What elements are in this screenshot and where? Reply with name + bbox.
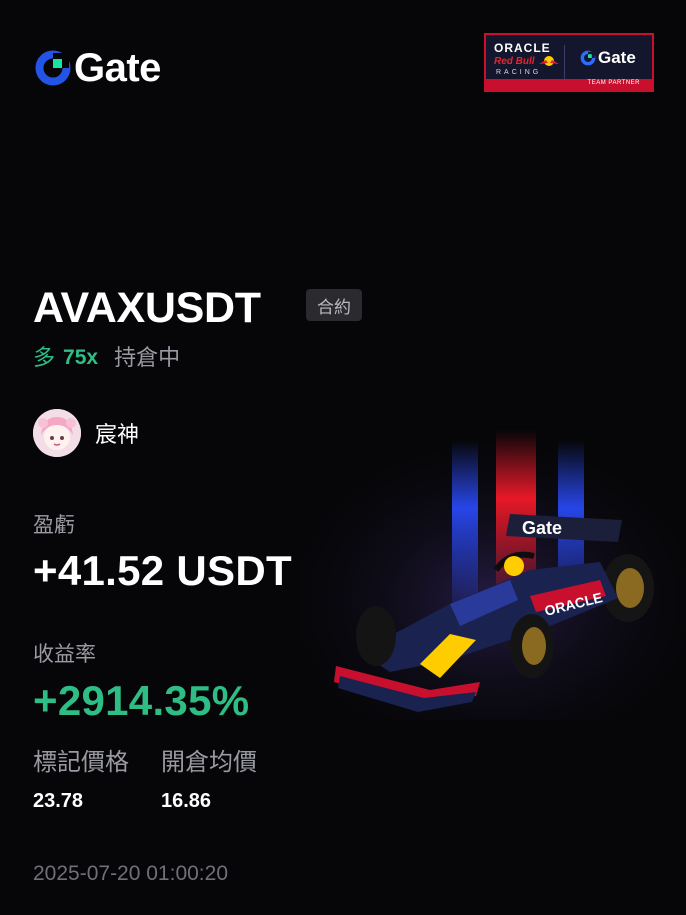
timestamp: 2025-07-20 01:00:20 bbox=[33, 862, 228, 885]
logo-text: Gate bbox=[74, 46, 161, 90]
user-row: 宸神 bbox=[33, 409, 139, 457]
partner-redbull-text: Red Bull bbox=[494, 56, 535, 67]
pnl-value: +41.52 USDT bbox=[33, 547, 292, 594]
partner-oracle-text: ORACLE bbox=[494, 41, 551, 55]
entry-price-value: 16.86 bbox=[161, 790, 212, 812]
partner-racing-text: RACING bbox=[496, 69, 542, 76]
entry-price-label: 開倉均價 bbox=[161, 749, 257, 776]
gate-logo: Gate bbox=[34, 46, 161, 90]
mark-price-label: 標記價格 bbox=[33, 749, 129, 776]
pair-title: AVAXUSDT bbox=[33, 284, 261, 332]
position-side-row: 多 75x 持倉中 bbox=[33, 343, 180, 373]
partner-footer-text: TEAM PARTNER bbox=[587, 80, 640, 86]
mark-price-value: 23.78 bbox=[33, 790, 84, 812]
redbull-logo-icon bbox=[539, 56, 559, 66]
svg-text:Gate: Gate bbox=[522, 518, 562, 538]
roi-value: +2914.35% bbox=[33, 677, 250, 724]
username: 宸神 bbox=[95, 422, 140, 447]
roi-label: 收益率 bbox=[33, 643, 96, 666]
pnl-label: 盈虧 bbox=[33, 514, 75, 537]
f1-car-illustration: Gate ORACLE bbox=[300, 420, 686, 720]
partner-gate-logo: Gate bbox=[580, 48, 636, 68]
position-direction: 多 bbox=[33, 345, 56, 370]
partner-footer: TEAM PARTNER bbox=[486, 79, 652, 90]
user-avatar bbox=[33, 409, 81, 457]
gate-logo-icon bbox=[35, 50, 71, 86]
position-status: 持倉中 bbox=[114, 345, 181, 370]
avatar-image bbox=[33, 409, 81, 457]
position-leverage: 75x bbox=[63, 346, 99, 369]
contract-badge: 合約 bbox=[306, 289, 362, 321]
partner-badge: ORACLE Red Bull RACING Gate TEAM PARTNER bbox=[484, 33, 654, 92]
entry-price-block: 開倉均價 16.86 bbox=[161, 747, 257, 814]
gate-logo-small-icon bbox=[580, 50, 596, 66]
partner-divider bbox=[564, 45, 565, 79]
partner-gate-text: Gate bbox=[598, 48, 636, 67]
mark-price-block: 標記價格 23.78 bbox=[33, 747, 129, 814]
